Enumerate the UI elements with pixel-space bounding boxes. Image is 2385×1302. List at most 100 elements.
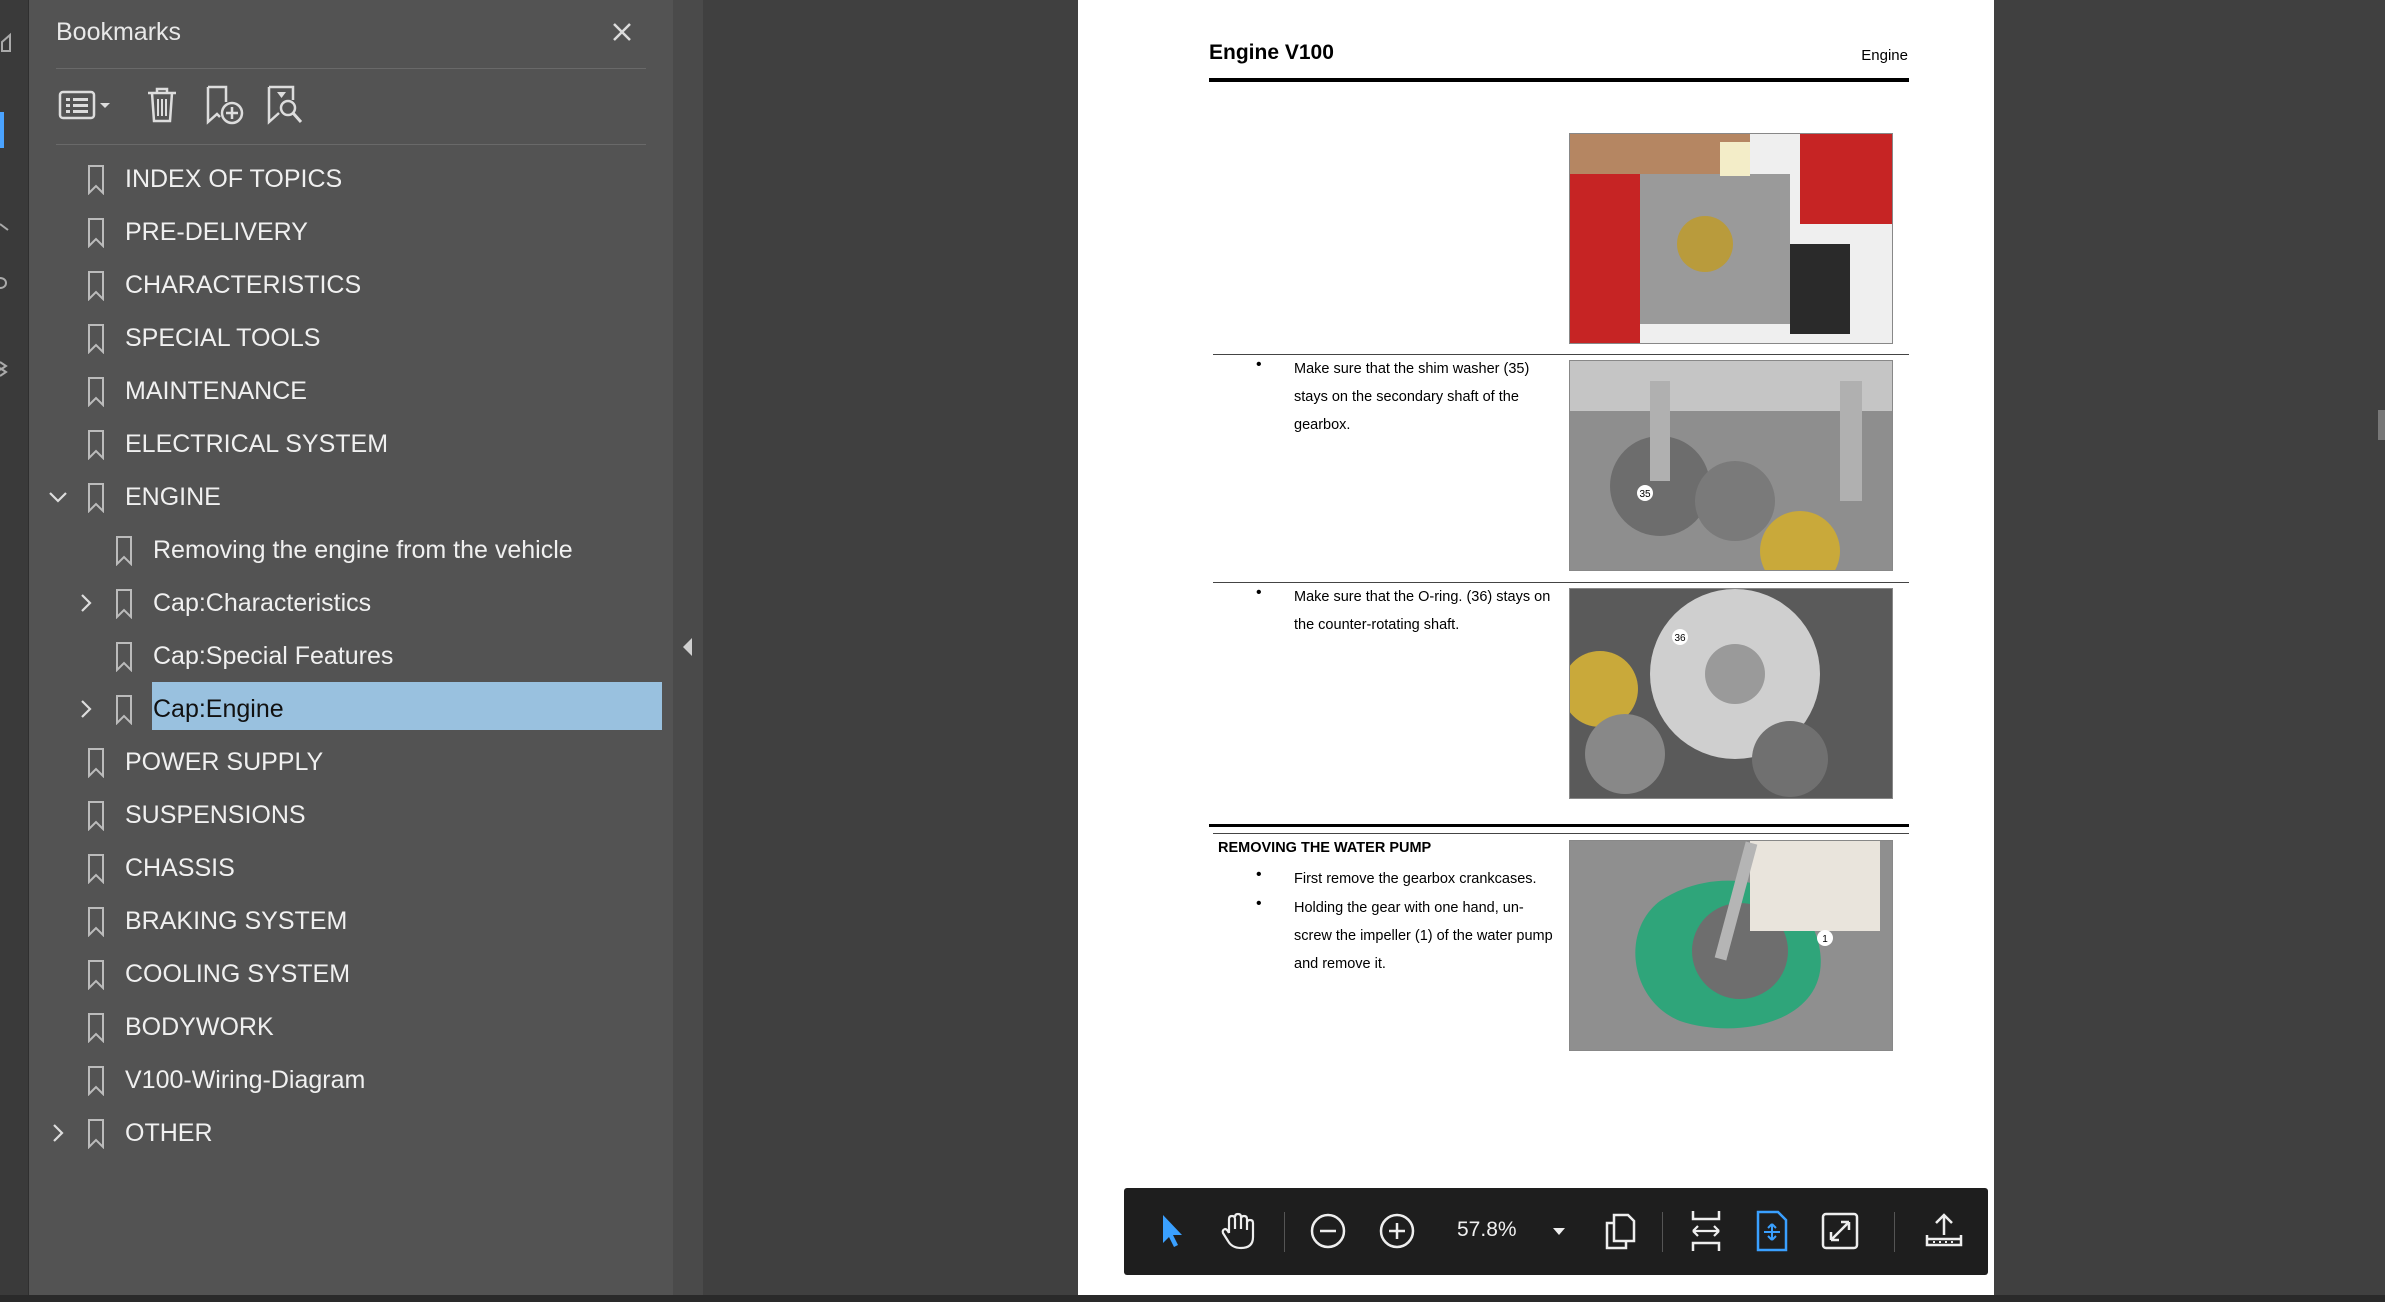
attachment-icon[interactable] — [0, 272, 22, 294]
step-text: Make sure that the shim washer (35) stay… — [1294, 361, 1530, 433]
home-icon[interactable] — [0, 32, 22, 54]
pdf-page: Engine V100 Engine • Make sure that the … — [1078, 0, 1994, 1295]
bookmark-item-other[interactable]: OTHER — [29, 1108, 673, 1158]
section-rule — [1209, 824, 1909, 827]
bullet: • — [1256, 895, 1262, 912]
fit-page-button[interactable] — [1750, 1206, 1794, 1256]
upload-icon — [1925, 1213, 1963, 1247]
bookmark-item-cap-engine[interactable]: Cap:Engine — [29, 682, 673, 734]
bookmark-icon — [88, 271, 104, 301]
copy-pages-icon — [1605, 1213, 1636, 1250]
bookmark-item-characteristics[interactable]: CHARACTERISTICS — [29, 260, 673, 310]
page-section-label: Engine — [1861, 47, 1908, 64]
bookmark-item-bodywork[interactable]: BODYWORK — [29, 1002, 673, 1052]
bullet: • — [1256, 866, 1262, 883]
bookmark-label: CHASSIS — [125, 854, 235, 882]
bookmark-item-braking-system[interactable]: BRAKING SYSTEM — [29, 896, 673, 946]
hand-icon — [1221, 1212, 1255, 1250]
callout-label: 36 — [1674, 633, 1686, 644]
zoom-out-button[interactable] — [1306, 1206, 1350, 1256]
fit-width-icon — [1691, 1211, 1721, 1251]
page-title: Engine V100 — [1209, 41, 1334, 64]
chevron-down-icon[interactable] — [47, 486, 69, 508]
add-bookmark-button[interactable] — [201, 80, 247, 130]
bookmark-label: CHARACTERISTICS — [125, 271, 362, 299]
fit-width-button[interactable] — [1684, 1206, 1728, 1256]
close-icon[interactable] — [606, 16, 638, 48]
bookmark-item-maintenance[interactable]: MAINTENANCE — [29, 366, 673, 416]
bookmark-icon — [88, 377, 104, 407]
callout-label: 1 — [1822, 934, 1828, 945]
vertical-scrollbar[interactable] — [2378, 410, 2385, 440]
panel-splitter[interactable] — [673, 0, 703, 1302]
step-text: Make sure that the O-ring. (36) stays on… — [1294, 589, 1551, 633]
header-rule — [1209, 78, 1909, 82]
bookmark-item-cooling-system[interactable]: COOLING SYSTEM — [29, 949, 673, 999]
bookmark-icon — [116, 589, 132, 619]
cursor-arrow-icon — [1163, 1215, 1182, 1247]
delete-bookmark-button[interactable] — [140, 80, 184, 130]
bookmark-label: PRE-DELIVERY — [125, 218, 308, 246]
bookmark-label: BRAKING SYSTEM — [125, 907, 348, 935]
bookmark-item-power-supply[interactable]: POWER SUPPLY — [29, 737, 673, 787]
bookmark-item-index-of-topics[interactable]: INDEX OF TOPICS — [29, 154, 673, 204]
bookmark-label: Cap:Special Features — [153, 642, 394, 670]
bullet: • — [1256, 356, 1262, 373]
bookmark-icon — [88, 430, 104, 460]
bookmark-item-special-tools[interactable]: SPECIAL TOOLS — [29, 313, 673, 363]
bookmark-label: SPECIAL TOOLS — [125, 324, 321, 352]
pen-icon[interactable] — [0, 210, 22, 232]
chevron-right-icon[interactable] — [75, 698, 97, 720]
select-tool-button[interactable] — [1150, 1206, 1194, 1256]
zoom-in-button[interactable] — [1375, 1206, 1419, 1256]
collapse-panel-icon[interactable] — [681, 636, 695, 658]
bookmark-label: INDEX OF TOPICS — [125, 165, 343, 193]
bookmark-label: ENGINE — [125, 483, 221, 511]
find-bookmark-button[interactable] — [262, 80, 308, 130]
bookmark-item-engine[interactable]: ENGINE — [29, 472, 673, 522]
bookmark-icon — [88, 1066, 104, 1096]
bookmark-item-removing-engine[interactable]: Removing the engine from the vehicle — [29, 525, 673, 575]
separator — [1894, 1212, 1895, 1252]
bookmark-label: MAINTENANCE — [125, 377, 307, 405]
gearbox-photo: 35 — [1569, 360, 1893, 571]
page-display-button[interactable] — [1598, 1206, 1642, 1256]
bookmark-icon — [88, 907, 104, 937]
zoom-dropdown[interactable] — [1544, 1206, 1574, 1256]
bookmark-label: COOLING SYSTEM — [125, 960, 351, 988]
bookmark-item-cap-characteristics[interactable]: Cap:Characteristics — [29, 578, 673, 628]
separator — [1284, 1212, 1285, 1252]
separator — [1662, 1212, 1663, 1252]
floating-toolbar: 57.8% — [1124, 1188, 1988, 1275]
options-button[interactable] — [56, 80, 116, 130]
bottom-border — [0, 1295, 2385, 1302]
section-rule — [1213, 833, 1909, 834]
bookmarks-toolbar — [56, 80, 646, 145]
bookmark-item-pre-delivery[interactable]: PRE-DELIVERY — [29, 207, 673, 257]
bookmark-item-suspensions[interactable]: SUSPENSIONS — [29, 790, 673, 840]
bookmark-icon — [116, 642, 132, 672]
counter-shaft-photo: 36 — [1569, 588, 1893, 799]
bookmark-icon — [88, 483, 104, 513]
bookmark-label: BODYWORK — [125, 1013, 274, 1041]
hand-tool-button[interactable] — [1216, 1206, 1260, 1256]
full-screen-button[interactable] — [1818, 1206, 1862, 1256]
chevron-right-icon[interactable] — [75, 592, 97, 614]
bookmark-label: Cap:Characteristics — [153, 589, 372, 617]
bookmark-icon — [88, 748, 104, 778]
find-bookmark-icon — [267, 85, 303, 125]
share-button[interactable] — [1920, 1206, 1968, 1256]
zoom-level[interactable]: 57.8% — [1457, 1218, 1517, 1242]
chevron-right-icon[interactable] — [47, 1122, 69, 1144]
bookmark-icon — [88, 165, 104, 195]
bookmark-label: ELECTRICAL SYSTEM — [125, 430, 389, 458]
bookmark-item-wiring-diagram[interactable]: V100-Wiring-Diagram — [29, 1055, 673, 1105]
list-options-icon — [58, 90, 110, 120]
bookmark-item-electrical-system[interactable]: ELECTRICAL SYSTEM — [29, 419, 673, 469]
bookmark-icon — [116, 695, 132, 725]
layers-icon[interactable] — [0, 358, 22, 380]
bookmark-label: Cap:Engine — [153, 695, 284, 723]
bookmark-item-chassis[interactable]: CHASSIS — [29, 843, 673, 893]
panel-header: Bookmarks — [56, 0, 646, 69]
bookmark-item-cap-special-features[interactable]: Cap:Special Features — [29, 631, 673, 681]
